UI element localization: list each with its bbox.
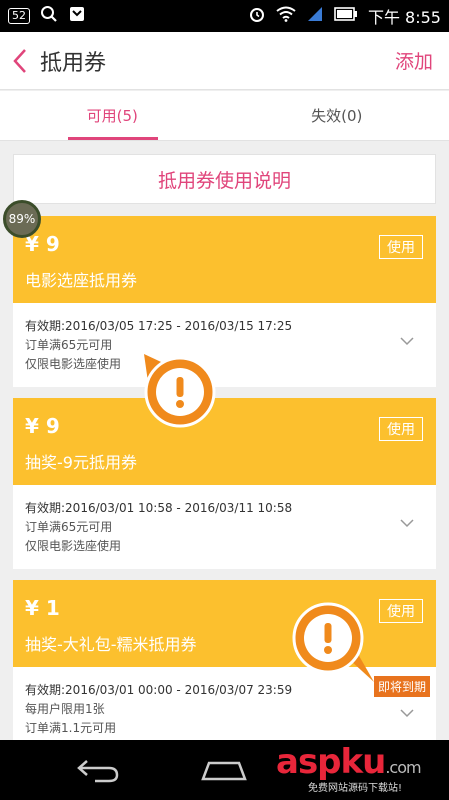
app-notification-icon [68, 5, 86, 27]
battery-icon [334, 7, 358, 25]
coupon-amount: ¥ 1 [25, 596, 60, 620]
coupon-name: 电影选座抵用券 [25, 271, 138, 290]
add-button[interactable]: 添加 [395, 47, 433, 74]
coupon-name: 抽奖-9元抵用券 [25, 453, 137, 472]
watermark-logo: aspku.com [276, 742, 422, 782]
back-nav-icon[interactable] [68, 750, 128, 790]
tab-label: 可用(5) [86, 107, 138, 125]
tab-label: 失效(0) [311, 107, 363, 125]
home-nav-icon[interactable] [194, 750, 254, 790]
coupon-card: ¥ 9 抽奖-9元抵用券 使用 有效期:2016/03/01 10:58 - 2… [13, 398, 436, 569]
use-coupon-button[interactable]: 使用 [379, 235, 423, 259]
search-icon [40, 5, 58, 27]
tab-expired[interactable]: 失效(0) [225, 91, 449, 140]
watermark-domain: .com [385, 758, 421, 777]
coupon-rule: 订单满65元可用 [25, 338, 113, 352]
coupon-rule: 订单满65元可用 [25, 520, 113, 534]
tab-bar: 可用(5) 失效(0) [0, 91, 449, 141]
coupon-validity: 有效期:2016/03/01 10:58 - 2016/03/11 10:58 [25, 501, 293, 515]
clock: 下午 8:55 [367, 8, 441, 27]
use-coupon-button[interactable]: 使用 [379, 599, 423, 623]
app-header: 抵用券 添加 [0, 32, 449, 90]
use-coupon-button[interactable]: 使用 [379, 417, 423, 441]
chevron-down-icon[interactable] [400, 515, 414, 534]
alert-callout-icon [288, 598, 378, 692]
coupon-rule: 每用户限用1张 [25, 702, 105, 716]
coupon-rule: 仅限电影选座使用 [25, 357, 122, 371]
alert-callout-icon [134, 346, 220, 436]
alarm-icon [248, 5, 266, 27]
tab-available[interactable]: 可用(5) [0, 91, 225, 140]
coupon-rule: 订单满1.1元可用 [25, 721, 117, 735]
status-bar: 52 下午 8:55 [0, 0, 449, 32]
coupon-header: ¥ 9 电影选座抵用券 使用 [13, 216, 436, 308]
coupon-rule: 仅限电影选座使用 [25, 539, 122, 553]
expiring-soon-badge: 即将到期 [374, 676, 431, 697]
coupon-details[interactable]: 有效期:2016/03/01 10:58 - 2016/03/11 10:58 … [13, 485, 436, 569]
coupon-validity: 有效期:2016/03/05 17:25 - 2016/03/15 17:25 [25, 319, 293, 333]
coupon-header: ¥ 9 抽奖-9元抵用券 使用 [13, 398, 436, 490]
watermark-caption: 免费网站源码下载站! [308, 783, 403, 794]
watermark-logo-text: aspku [276, 742, 386, 782]
chevron-down-icon[interactable] [400, 705, 414, 724]
chevron-down-icon[interactable] [400, 333, 414, 352]
signal-icon [306, 6, 324, 26]
coupon-amount: ¥ 9 [25, 414, 60, 438]
coupon-card: ¥ 9 电影选座抵用券 使用 有效期:2016/03/05 17:25 - 20… [13, 216, 436, 387]
wifi-icon [276, 6, 296, 26]
notification-count-badge: 52 [8, 8, 30, 24]
coupon-details[interactable]: 有效期:2016/03/05 17:25 - 2016/03/15 17:25 … [13, 303, 436, 387]
page-title: 抵用券 [40, 50, 107, 76]
coupon-name: 抽奖-大礼包-糯米抵用券 [25, 635, 197, 654]
memory-usage-badge[interactable]: 89% [3, 200, 41, 238]
back-arrow-icon[interactable] [0, 32, 40, 90]
coupon-instructions-link[interactable]: 抵用券使用说明 [13, 154, 436, 204]
